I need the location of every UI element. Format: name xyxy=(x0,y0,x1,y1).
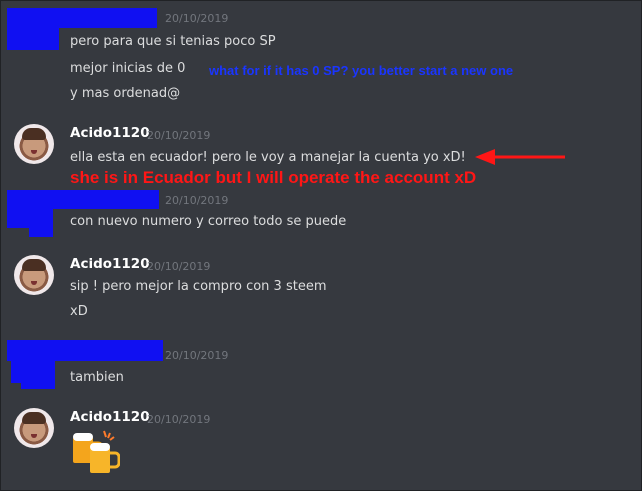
message-timestamp: 20/10/2019 xyxy=(165,194,229,207)
redacted-avatar xyxy=(7,26,59,50)
avatar[interactable] xyxy=(14,124,54,164)
redacted-username xyxy=(7,8,157,28)
redacted-avatar xyxy=(11,359,55,383)
message-text: xD xyxy=(70,304,88,319)
annotation-blue-translation: what for if it has 0 SP? you better star… xyxy=(209,63,514,78)
message-text: y mas ordenad@ xyxy=(70,86,181,101)
red-arrow-icon xyxy=(475,149,565,165)
beers-icon xyxy=(73,430,120,473)
username[interactable]: Acido1120 xyxy=(70,125,150,141)
message-text: sip ! pero mejor la compro con 3 steem xyxy=(70,279,327,294)
message-timestamp: 20/10/2019 xyxy=(147,129,211,142)
avatar[interactable] xyxy=(14,255,54,295)
chat-window: 20/10/2019 pero para que si tenias poco … xyxy=(0,0,642,491)
redacted-username xyxy=(7,340,163,361)
message-text: con nuevo numero y correo todo se puede xyxy=(70,214,347,229)
redacted-avatar xyxy=(29,225,53,237)
username[interactable]: Acido1120 xyxy=(70,409,150,425)
message-timestamp: 20/10/2019 xyxy=(147,260,211,273)
annotation-red-translation: she is in Ecuador but I will operate the… xyxy=(70,168,477,187)
avatar[interactable] xyxy=(14,408,54,448)
message-text: mejor inicias de 0 xyxy=(70,61,186,76)
message-text: ella esta en ecuador! pero le voy a mane… xyxy=(70,150,466,165)
message-text: pero para que si tenias poco SP xyxy=(70,34,276,49)
message-timestamp: 20/10/2019 xyxy=(165,12,229,25)
message-timestamp: 20/10/2019 xyxy=(165,349,229,362)
username[interactable]: Acido1120 xyxy=(70,256,150,272)
message-text: tambien xyxy=(70,370,124,385)
message-timestamp: 20/10/2019 xyxy=(147,413,211,426)
redacted-avatar xyxy=(21,381,55,389)
